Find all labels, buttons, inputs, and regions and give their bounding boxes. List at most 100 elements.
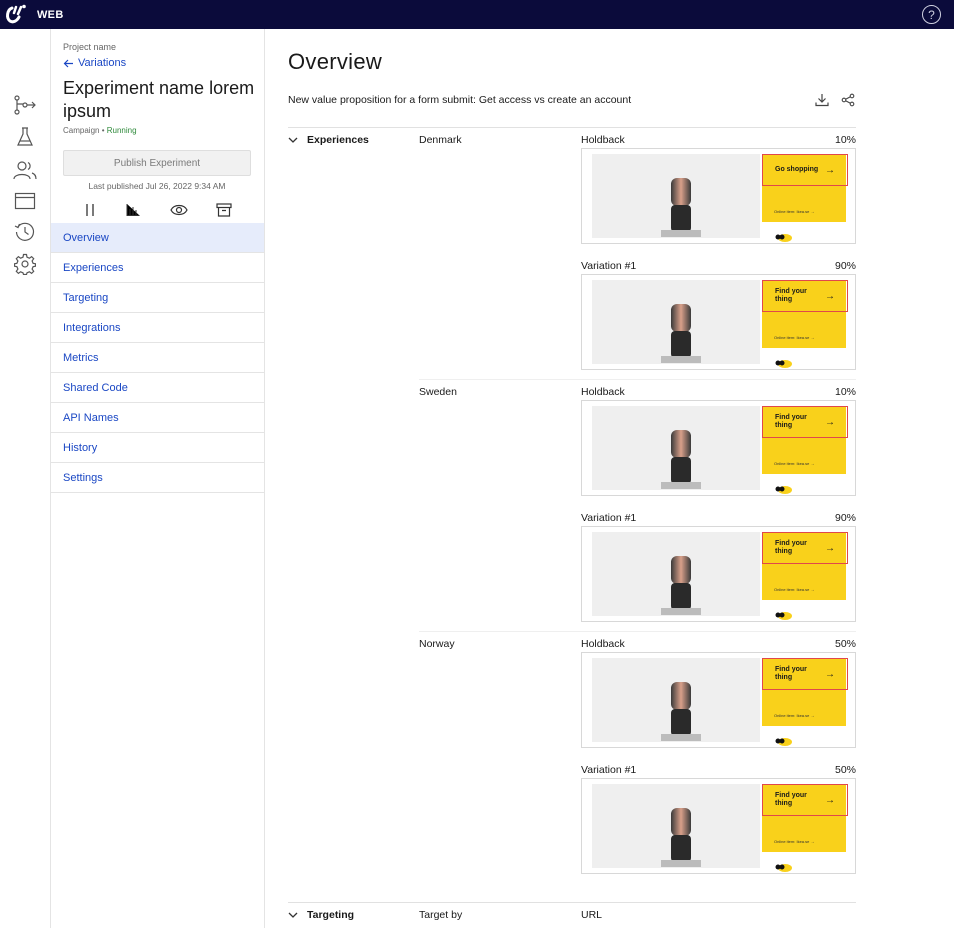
nav-item-overview[interactable]: Overview [51,223,264,253]
traffic-percentage: 10% [834,386,856,398]
cta-highlight: Find your thing → [762,658,848,690]
product-image [592,406,760,490]
experiment-description: New value proposition for a form submit:… [288,94,632,106]
cta-text: Find your thing [775,792,807,807]
users-icon[interactable] [13,158,37,182]
chevron-down-icon [288,135,298,145]
product-image [592,784,760,868]
experiment-title: Experiment name lorem ipsum [63,78,255,121]
experiment-panel: Project name Variations Experiment name … [51,29,265,928]
brand-mark-icon [774,355,792,368]
chevron-down-icon [288,910,298,920]
nav-item-settings[interactable]: Settings [51,463,264,493]
main-content: Overview New value proposition for a for… [265,29,954,928]
cta-text: Find your thing [775,666,807,681]
variation-preview[interactable]: Find your thing → Online item: Ikea.se → [581,526,856,622]
variation-name: Holdback [581,386,625,398]
eye-icon[interactable] [169,200,189,220]
nav-item-integrations[interactable]: Integrations [51,313,264,343]
product-image [592,658,760,742]
back-to-variations-link[interactable]: Variations [63,57,126,69]
product-image [592,280,760,364]
pedestal [661,860,701,867]
cta-text: Find your thing [775,288,807,303]
cta-text: Go shopping [775,166,819,173]
arrow-right-icon: → [825,164,835,176]
country-label: Norway [419,638,455,650]
product-image [592,154,760,238]
nav-item-experiences[interactable]: Experiences [51,253,264,283]
help-icon[interactable]: ? [922,5,941,24]
nav-item-metrics[interactable]: Metrics [51,343,264,373]
variation-preview[interactable]: Find your thing → Online item: Ikea.se → [581,400,856,496]
history-icon[interactable] [13,220,37,244]
brand-logo-icon[interactable] [2,1,30,29]
variation-name: Variation #1 [581,260,637,272]
arrow-right-icon: → [825,668,835,680]
experiment-toolbar [63,200,251,220]
banner-footer-text: Online item: Ikea.se → [774,587,815,592]
archive-icon[interactable] [214,200,234,220]
variation-preview[interactable]: Find your thing → Online item: Ikea.se → [581,274,856,370]
variation-name: Holdback [581,638,625,650]
share-icon[interactable] [840,92,856,108]
traffic-percentage: 90% [834,260,856,272]
country-label: Sweden [419,386,457,398]
nav-item-shared-code[interactable]: Shared Code [51,373,264,403]
section-divider [288,127,856,128]
publish-experiment-button[interactable]: Publish Experiment [63,150,251,176]
row-divider [419,379,856,380]
pedestal [661,230,701,237]
lamp-illustration [668,304,694,358]
pedestal [661,356,701,363]
banner-footer-text: Online item: Ikea.se → [774,335,815,340]
project-name: Project name [63,42,117,52]
experiences-label: Experiences [307,134,369,146]
top-bar: WEB ? [0,0,954,29]
browser-window-icon[interactable] [13,189,37,213]
download-icon[interactable] [814,92,830,108]
experiences-toggle[interactable]: Experiences [288,134,369,146]
nav-item-api-names[interactable]: API Names [51,403,264,433]
traffic-percentage: 50% [834,638,856,650]
banner-footer-text: Online item: Ikea.se → [774,713,815,718]
flow-icon[interactable] [13,93,37,117]
traffic-percentage: 10% [834,134,856,146]
variation-preview[interactable]: Find your thing → Online item: Ikea.se → [581,778,856,874]
lamp-illustration [668,808,694,862]
banner-footer-text: Online item: Ikea.se → [774,839,815,844]
nav-item-targeting[interactable]: Targeting [51,283,264,313]
traffic-percentage: 50% [834,764,856,776]
brand-mark-icon [774,733,792,746]
lamp-illustration [668,556,694,610]
banner-footer-text: Online item: Ikea.se → [774,461,815,466]
brand-mark-icon [774,481,792,494]
nav-item-history[interactable]: History [51,433,264,463]
pause-icon[interactable] [80,200,100,220]
cta-highlight: Find your thing → [762,532,848,564]
arrow-right-icon: → [825,416,835,428]
arrow-left-icon [63,59,73,67]
gear-icon[interactable] [13,252,37,276]
arrow-right-icon: → [825,794,835,806]
lamp-illustration [668,682,694,736]
icon-rail [0,29,51,928]
targeting-toggle[interactable]: Targeting [288,909,354,921]
cta-highlight: Find your thing → [762,784,848,816]
bar-chart-icon[interactable] [123,200,143,220]
lamp-illustration [668,178,694,232]
status-badge: Running [106,126,137,135]
flask-icon[interactable] [13,125,37,149]
cta-text: Find your thing [775,540,807,555]
target-by-value: URL [581,909,603,921]
page-title: Overview [288,49,383,74]
country-label: Denmark [419,134,462,146]
back-link-label: Variations [78,57,127,69]
variation-preview[interactable]: Find your thing → Online item: Ikea.se → [581,652,856,748]
variation-preview[interactable]: Go shopping → Online item: Ikea.se → [581,148,856,244]
brand-mark-icon [774,607,792,620]
variation-name: Variation #1 [581,512,637,524]
arrow-right-icon: → [825,290,835,302]
variation-name: Variation #1 [581,764,637,776]
variation-name: Holdback [581,134,625,146]
